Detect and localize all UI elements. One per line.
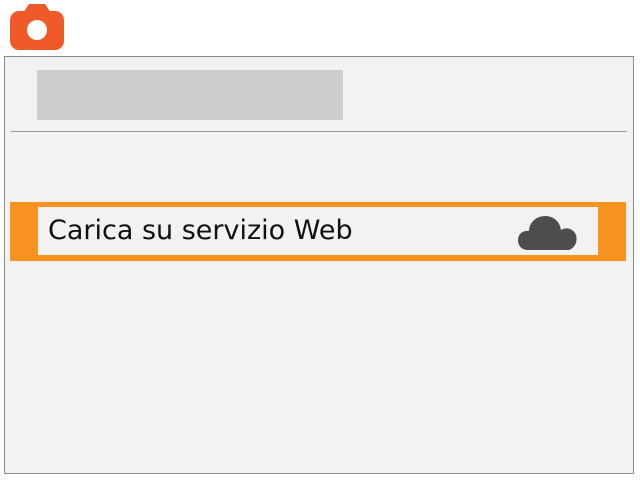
- title-divider: [11, 131, 627, 132]
- menu-item-body: Carica su servizio Web: [38, 207, 598, 255]
- screen: Carica su servizio Web: [0, 0, 640, 480]
- menu-panel: Carica su servizio Web: [4, 56, 634, 474]
- menu-item-upload-web-service[interactable]: Carica su servizio Web: [10, 202, 626, 261]
- camera-icon: [10, 4, 64, 50]
- menu-title-placeholder: [37, 70, 343, 120]
- cloud-icon: [518, 216, 577, 250]
- menu-item-label: Carica su servizio Web: [48, 215, 353, 246]
